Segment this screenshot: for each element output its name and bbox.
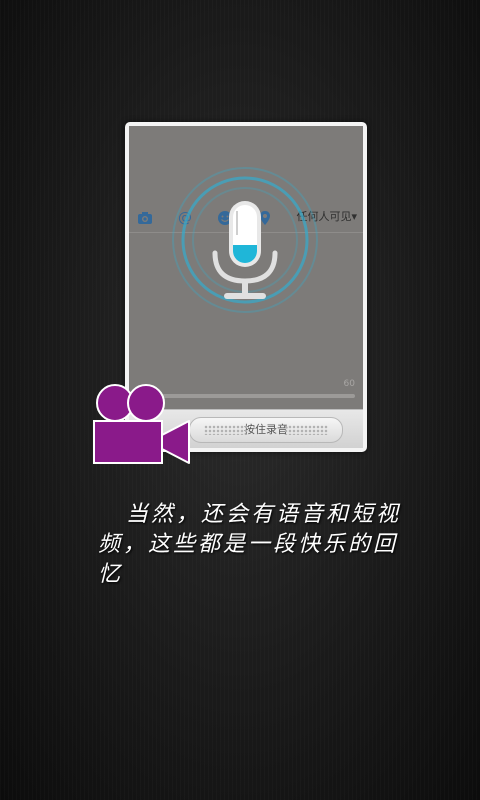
camera-icon[interactable] — [137, 210, 153, 226]
grip-dots-right — [284, 425, 328, 435]
char-count: 60 — [343, 379, 355, 389]
hold-to-record-button[interactable]: 按住录音 — [189, 417, 343, 443]
record-button-label: 按住录音 — [244, 423, 288, 436]
microphone-icon — [172, 167, 318, 313]
grip-dots-left — [204, 425, 248, 435]
caption-text: 当然，还会有语音和短视频，这些都是一段快乐的回忆 — [98, 502, 402, 587]
video-camera-icon — [93, 384, 190, 464]
